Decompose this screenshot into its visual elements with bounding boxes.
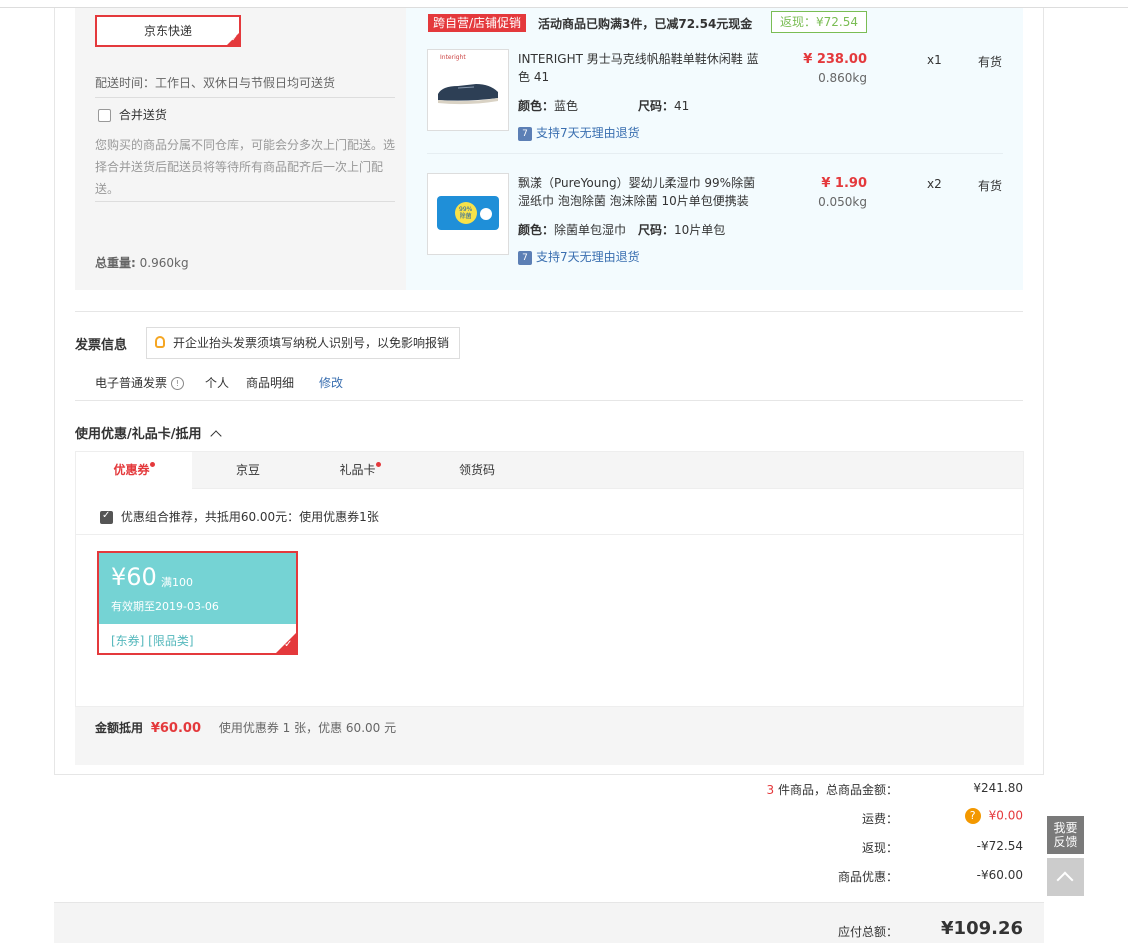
recommend-combo[interactable]: 优惠组合推荐，共抵用60.00元：使用优惠券1张 [100, 508, 379, 525]
product-color: 颜色：蓝色 [518, 99, 579, 113]
product-color: 颜色：除菌单包湿巾 [518, 223, 627, 237]
help-icon[interactable]: ? [964, 808, 981, 824]
boat-shoe-image [438, 84, 498, 105]
section-divider [75, 311, 1023, 312]
discount-label: 商品优惠： [837, 870, 898, 884]
new-dot-icon [375, 462, 381, 467]
delivery-time: 配送时间：工作日、双休日与节假日均可送货 [95, 76, 336, 90]
product-weight: 0.050kg [818, 195, 867, 209]
total-weight: 总重量: 0.960kg [95, 256, 189, 270]
promo-tag: 跨自营/店铺促销 [428, 14, 527, 32]
seven-day-return-icon: 7 [518, 250, 532, 265]
promo-text: 活动商品已购满3件，已减72.54元现金 [538, 17, 753, 31]
invoice-person: 个人 [205, 376, 230, 390]
discount-tabs: 优惠券 京豆 礼品卡 领货码 [75, 451, 1024, 489]
frame-right-border [1043, 8, 1044, 774]
return-service[interactable]: 7 支持7天无理由退货 [518, 248, 640, 265]
divider [95, 97, 395, 98]
product-qty: x2 [927, 177, 942, 191]
product-weight: 0.860kg [818, 71, 867, 85]
frame-bottom-border [54, 774, 1044, 775]
invoice-edit-link[interactable]: 修改 [319, 374, 343, 391]
product-stock: 有货 [978, 55, 1003, 69]
deduct-summary [75, 707, 1024, 765]
product-qty: x1 [927, 53, 942, 67]
back-to-top-button[interactable] [1047, 858, 1084, 896]
product-name[interactable]: 飘漾（PureYoung）婴幼儿柔湿巾 99%除菌 湿纸巾 泡泡除菌 泡沫除菌 … [518, 174, 778, 210]
discount-value: -¥60.00 [976, 868, 1023, 882]
tab-jingdou[interactable]: 京豆 [192, 452, 304, 489]
product-price: ¥ 1.90 [821, 176, 867, 191]
product-stock: 有货 [978, 179, 1003, 193]
selected-corner-icon: ✓ [227, 33, 239, 45]
new-dot-icon [149, 462, 155, 467]
return-service[interactable]: 7 支持7天无理由退货 [518, 124, 640, 141]
product-size: 尺码：10片单包 [638, 223, 726, 237]
rebate-value: -¥72.54 [976, 839, 1023, 853]
selected-check-icon: ✓ [276, 633, 296, 653]
divider [95, 201, 395, 202]
invoice-title: 发票信息 [75, 338, 128, 353]
merge-note: 您购买的商品分属不同仓库，可能会分多次上门配送。选 择合并送货后配送员将等待所有… [95, 138, 396, 196]
coupon-amount: ¥60 [111, 563, 157, 591]
frame-left-border [54, 8, 55, 774]
freight-label: 运费： [861, 812, 898, 826]
product-thumbnail[interactable]: Interight [427, 49, 509, 131]
divider [76, 534, 1023, 535]
coupon-valid: 有效期至2019-03-06 [111, 600, 219, 613]
deduct-line: 金额抵用 ¥60.00 使用优惠券 1 张，优惠 60.00 元 [95, 721, 397, 736]
goods-count-label: 3 件商品，总商品金额： [766, 783, 898, 797]
section-divider [75, 400, 1023, 401]
coupon-tags: [东券] [限品类] [111, 634, 194, 648]
goods-total: ¥241.80 [973, 781, 1023, 795]
merge-checkbox[interactable] [98, 109, 111, 122]
rebate-badge: 返现：¥72.54 [771, 11, 867, 33]
divider [427, 153, 1003, 154]
payable-label: 应付总额： [837, 925, 898, 939]
coupon-condition: 满100 [161, 576, 193, 589]
invoice-detail: 商品明细 [246, 376, 295, 390]
recommend-checkbox[interactable] [100, 510, 113, 524]
payable-value: ¥109.26 [941, 918, 1023, 939]
invoice-tip: 开企业抬头发票须填写纳税人识别号，以免影响报销 [146, 327, 461, 359]
freight-value: ? ¥0.00 [923, 808, 1023, 824]
invoice-type: 电子普通发票 ! [95, 374, 184, 391]
rebate-label: 返现： [861, 841, 898, 855]
chevron-up-icon [210, 430, 222, 442]
lightbulb-icon [155, 336, 165, 348]
coupon-card[interactable]: ¥60 满100 有效期至2019-03-06 [东券] [限品类] ✓ [97, 551, 298, 655]
discount-title[interactable]: 使用优惠/礼品卡/抵用 [75, 423, 222, 442]
info-icon[interactable]: ! [170, 377, 184, 390]
seven-day-return-icon: 7 [518, 126, 532, 141]
merge-delivery[interactable]: 合并送货 [98, 106, 167, 123]
product-size: 尺码：41 [638, 99, 690, 113]
product-name[interactable]: INTERIGHT 男士马克线帆船鞋单鞋休闲鞋 蓝 色 41 [518, 50, 763, 86]
tab-pickup-code[interactable]: 领货码 [416, 452, 538, 489]
product-thumbnail[interactable]: 99% 除菌 [427, 173, 509, 255]
product-price: ¥ 238.00 [803, 52, 867, 67]
feedback-button[interactable]: 我要 反馈 [1047, 816, 1084, 854]
tab-coupon[interactable]: 优惠券 [76, 452, 192, 489]
tab-giftcard[interactable]: 礼品卡 [304, 452, 416, 489]
jd-express-option[interactable]: 京东快递 ✓ [95, 15, 241, 47]
